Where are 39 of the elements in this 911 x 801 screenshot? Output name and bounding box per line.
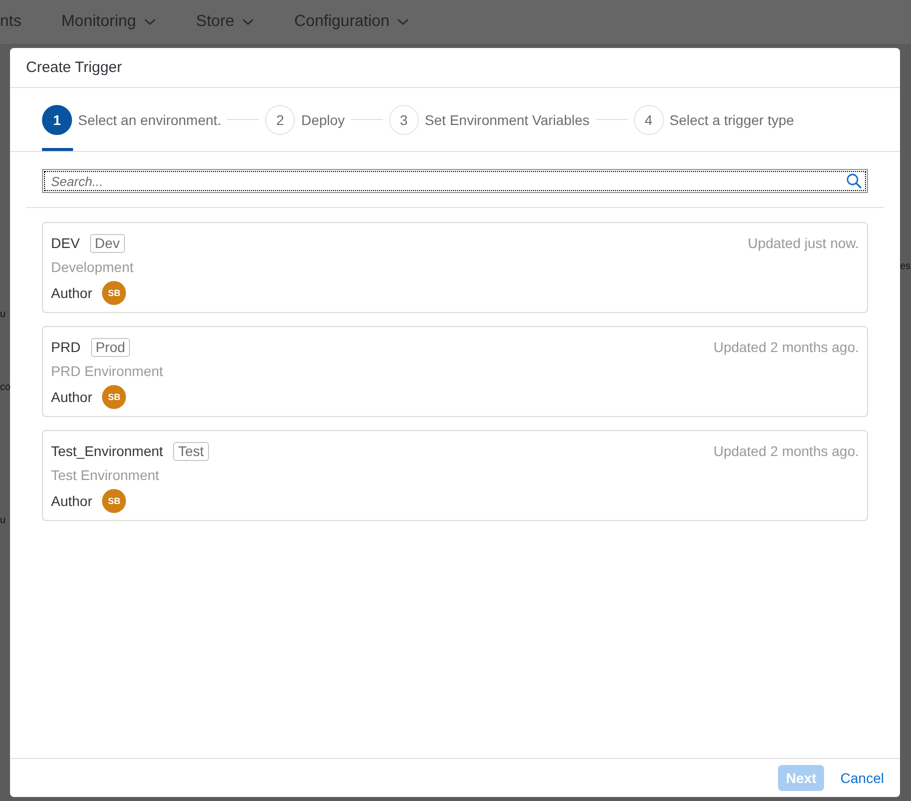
nav-menu[interactable]: Store [196, 13, 254, 31]
environment-name: DEV [51, 235, 80, 251]
updated-text: Updated 2 months ago. [713, 339, 859, 355]
wizard-step[interactable]: 4 Select a trigger type [634, 88, 794, 151]
environment-name: PRD [51, 339, 81, 355]
caret-icon [242, 18, 254, 26]
caret-icon [144, 18, 156, 26]
environment-description: Development [51, 259, 134, 277]
cancel-link[interactable]: Cancel [840, 765, 884, 791]
author-label: Author [51, 493, 92, 509]
row-text: u [0, 516, 6, 526]
caret-icon [397, 18, 410, 26]
wizard-step[interactable]: 3 Set Environment Variables [388, 88, 590, 151]
author-avatar: SB [102, 489, 126, 513]
wizard-step[interactable]: 1 Select an environment. [42, 88, 222, 151]
environment-card[interactable]: DEV Dev Updated just now. Development Author SB [42, 222, 868, 313]
updated-text: Updated just now. [748, 235, 859, 251]
updated-text: Updated 2 months ago. [713, 443, 859, 459]
environment-tag: Prod [90, 338, 130, 356]
author-label: Author [51, 389, 92, 405]
nav-menu[interactable]: Monitoring [61, 13, 156, 31]
search-field[interactable]: Search... [42, 169, 868, 193]
author-label: Author [51, 285, 92, 301]
environment-description: PRD Environment [51, 363, 164, 381]
environment-description: Test Environment [51, 467, 160, 485]
environment-tag: Dev [90, 234, 125, 252]
environment-card[interactable]: Test_Environment Test Updated 2 months ago. Test Environment Author SB [42, 430, 868, 521]
environment-name: Test_Environment [51, 443, 164, 459]
row-text: es [900, 262, 911, 272]
dialog-title: Create Trigger [26, 59, 122, 76]
row-text: u [0, 310, 6, 320]
nav-menu[interactable]: nts [0, 13, 22, 31]
wizard-step[interactable]: 2 Deploy [265, 88, 345, 151]
author-avatar: SB [102, 281, 126, 305]
author-avatar: SB [102, 385, 126, 409]
environment-card[interactable]: PRD Prod Updated 2 months ago. PRD Environment Author SB [42, 326, 868, 417]
environment-tag: Test [173, 442, 209, 460]
nav-menu[interactable]: Configuration [294, 13, 410, 31]
search-icon[interactable] [846, 173, 862, 189]
